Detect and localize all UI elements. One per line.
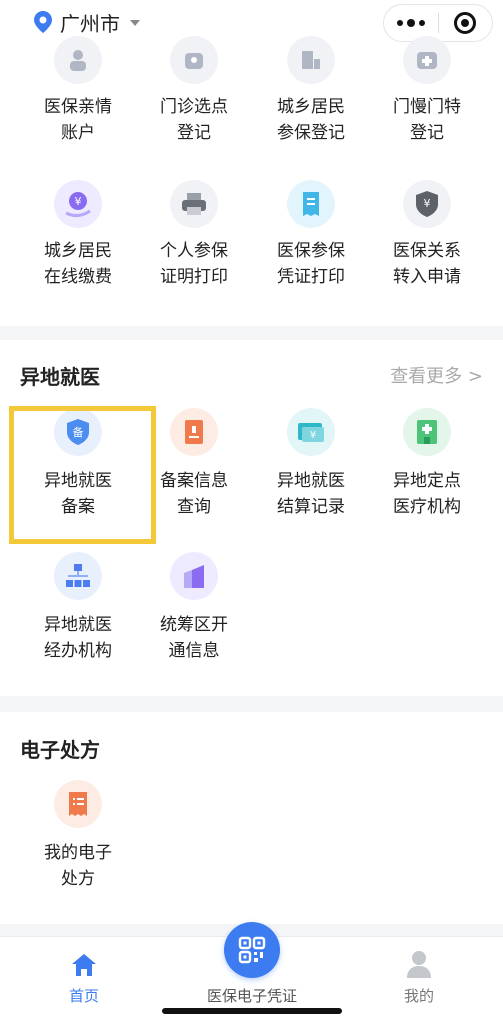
home-indicator [162, 1008, 342, 1014]
grid-item-settlement-records[interactable]: ¥ 异地就医 结算记录 [248, 408, 374, 528]
grid-item-resident-register[interactable]: 城乡居民 参保登记 [248, 36, 374, 156]
grid-item-label-2: 证明打印 [160, 267, 228, 287]
org-chart-icon [54, 552, 102, 600]
grid-item-filing-query[interactable]: 备案信息 查询 [131, 408, 257, 528]
grid-item-my-prescription[interactable]: 我的电子 处方 [15, 780, 141, 900]
bar-chart-icon [170, 552, 218, 600]
grid-item-family-account[interactable]: 医保亲情 账户 [15, 36, 141, 156]
grid-item-label-2: 账户 [61, 123, 95, 143]
grid-item-label-2: 登记 [410, 123, 444, 143]
grid-item-label-1: 城乡居民 [277, 97, 345, 117]
grid-item-online-payment[interactable]: ¥ 城乡居民 在线缴费 [15, 180, 141, 300]
resident-register-icon [287, 36, 335, 84]
mini-program-capsule [383, 4, 493, 42]
grid-item-insurance-voucher[interactable]: 医保参保 凭证打印 [248, 180, 374, 300]
grid-item-label-2: 处方 [61, 869, 95, 889]
remote-medical-card: 异地就医 查看更多 > 备 异地就医 备案 备案信息 查询 ¥ 异地就医 结算记… [0, 340, 503, 696]
online-payment-icon: ¥ [54, 180, 102, 228]
grid-item-label-2: 在线缴费 [44, 267, 112, 287]
grid-item-handling-agencies[interactable]: 异地就医 经办机构 [15, 552, 141, 672]
grid-item-label-1: 城乡居民 [44, 241, 112, 261]
tab-e-voucher-label: 医保电子凭证 [206, 987, 297, 1005]
grid-item-label-1: 我的电子 [44, 843, 112, 863]
grid-item-label-2: 登记 [177, 123, 211, 143]
e-prescription-card: 电子处方 我的电子 处方 [0, 712, 503, 924]
grid-item-label-1: 异地就医 [44, 471, 112, 491]
grid-item-label-2: 结算记录 [277, 497, 345, 517]
chronic-register-icon [403, 36, 451, 84]
grid-item-chronic-register[interactable]: 门慢门特 登记 [364, 36, 490, 156]
settlement-card-icon: ¥ [287, 408, 335, 456]
shield-filing-icon: 备 [54, 408, 102, 456]
city-name: 广州市 [60, 11, 120, 36]
view-more-link[interactable]: 查看更多 > [390, 362, 483, 388]
section-title-prescription: 电子处方 [20, 738, 100, 762]
grid-item-region-info[interactable]: 统筹区开 通信息 [131, 552, 257, 672]
svg-text:¥: ¥ [424, 197, 431, 210]
grid-item-label-1: 统筹区开 [160, 615, 228, 635]
document-query-icon [170, 408, 218, 456]
grid-item-label-2: 查询 [177, 497, 211, 517]
home-icon [72, 954, 96, 976]
prescription-icon [54, 780, 102, 828]
grid-item-remote-filing[interactable]: 备 异地就医 备案 [15, 408, 141, 528]
svg-text:备: 备 [73, 425, 84, 439]
hospital-icon [403, 408, 451, 456]
tab-home[interactable]: 首页 [24, 937, 144, 1024]
family-account-icon [54, 36, 102, 84]
transfer-shield-icon: ¥ [403, 180, 451, 228]
grid-item-personal-certificate[interactable]: 个人参保 证明打印 [131, 180, 257, 300]
location-pin-icon [34, 11, 52, 33]
grid-item-label-1: 门诊选点 [160, 97, 228, 117]
tab-mine-label: 我的 [403, 987, 434, 1005]
target-icon [454, 12, 477, 34]
app-screen: 广州市 医保亲情 账户 门诊选点 登记 城乡居民 参保登记 门慢门特 登记 ¥ … [0, 0, 503, 1024]
clinic-select-icon [170, 36, 218, 84]
grid-item-label-1: 异地就医 [277, 471, 345, 491]
tab-home-label: 首页 [68, 987, 99, 1005]
services-card: 医保亲情 账户 门诊选点 登记 城乡居民 参保登记 门慢门特 登记 ¥ 城乡居民… [0, 36, 503, 326]
qr-code-icon [238, 936, 266, 964]
grid-item-label-1: 医保参保 [277, 241, 345, 261]
printer-icon [170, 180, 218, 228]
grid-item-label-2: 经办机构 [44, 641, 112, 661]
qr-code-button[interactable] [224, 922, 280, 978]
grid-item-transfer-application[interactable]: ¥ 医保关系 转入申请 [364, 180, 490, 300]
caret-down-icon [130, 20, 140, 26]
svg-text:¥: ¥ [75, 195, 82, 208]
svg-text:¥: ¥ [310, 430, 316, 441]
grid-item-label-2: 参保登记 [277, 123, 345, 143]
receipt-icon [287, 180, 335, 228]
grid-item-label-2: 备案 [61, 497, 95, 517]
grid-item-label-2: 通信息 [168, 641, 220, 661]
grid-item-label-1: 个人参保 [160, 241, 228, 261]
close-target-button[interactable] [439, 5, 492, 41]
grid-item-designated-institutions[interactable]: 异地定点 医疗机构 [364, 408, 490, 528]
user-icon [407, 951, 431, 978]
city-selector[interactable]: 广州市 [34, 9, 140, 36]
grid-item-label-1: 医保关系 [393, 241, 461, 261]
grid-item-label-1: 异地就医 [44, 615, 112, 635]
grid-item-label-1: 备案信息 [160, 471, 228, 491]
grid-item-label-2: 凭证打印 [277, 267, 345, 287]
grid-item-label-1: 医保亲情 [44, 97, 112, 117]
grid-item-label-1: 异地定点 [393, 471, 461, 491]
grid-item-label-1: 门慢门特 [393, 97, 461, 117]
tab-mine[interactable]: 我的 [359, 937, 479, 1024]
grid-item-label-2: 转入申请 [393, 267, 461, 287]
section-title-remote: 异地就医 [20, 365, 100, 389]
grid-item-clinic-select[interactable]: 门诊选点 登记 [131, 36, 257, 156]
grid-item-label-2: 医疗机构 [393, 497, 461, 517]
